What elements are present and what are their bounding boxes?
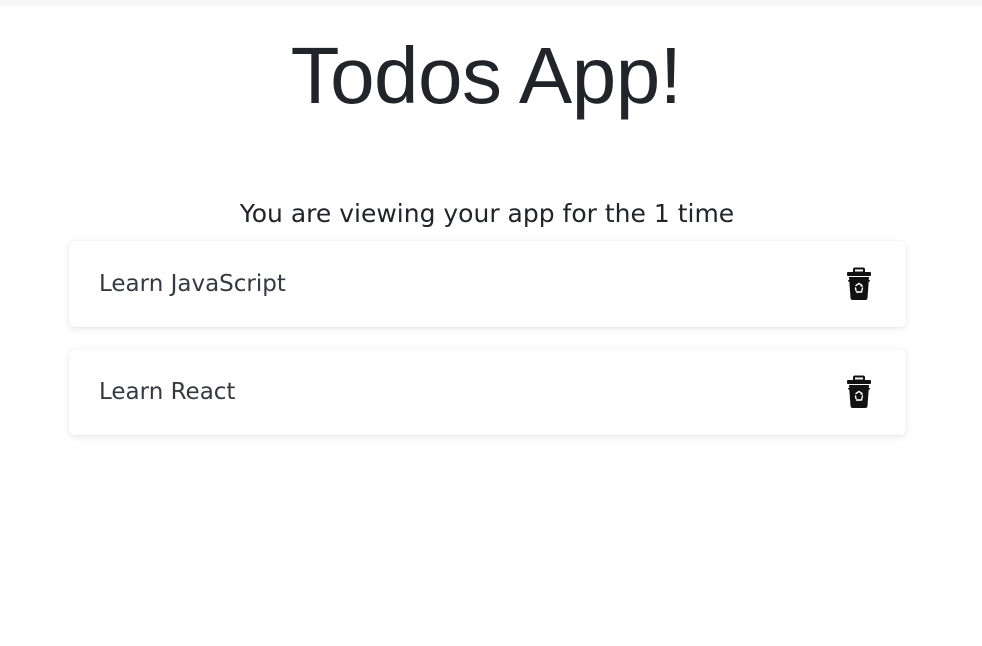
delete-todo-button[interactable] [844,374,874,410]
todo-item-text: Learn React [99,379,236,405]
delete-todo-button[interactable] [844,266,874,302]
trash-can-icon [847,267,871,300]
todo-item: Learn JavaScript [69,241,906,327]
page-title: Todos App! [290,31,682,120]
view-counter-text: You are viewing your app for the 1 time [239,199,735,228]
todo-item-text: Learn JavaScript [99,271,286,297]
trash-can-icon [847,375,871,408]
todo-item: Learn React [69,349,906,435]
todo-list: Learn JavaScript Learn React [69,241,906,457]
top-strip [0,0,982,6]
